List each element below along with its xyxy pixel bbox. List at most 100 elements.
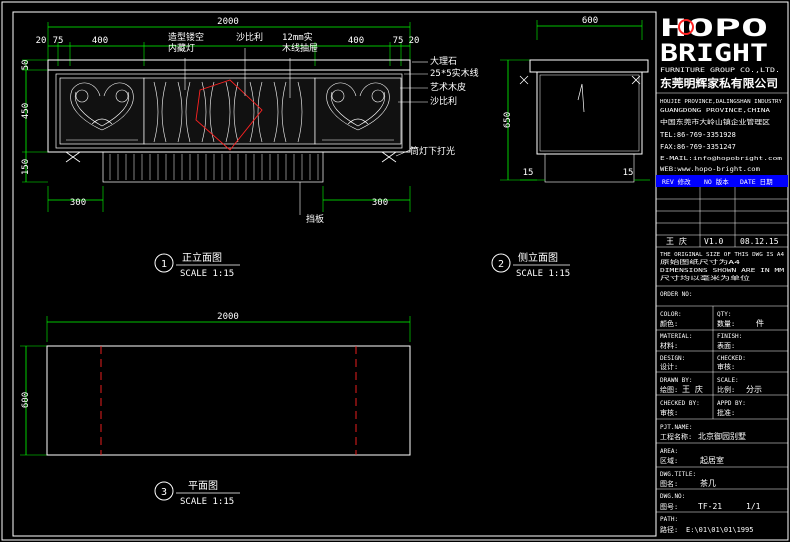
- dim-75-left: 75: [53, 36, 64, 46]
- svg-text:路径:: 路径:: [660, 525, 678, 534]
- svg-text:AREA:: AREA:: [660, 448, 678, 455]
- logo-hopo: HOPO: [660, 14, 768, 42]
- side-marble-top: [529, 59, 649, 73]
- field-drawn-by-value: 王 庆: [682, 384, 703, 394]
- base-plinth: [102, 151, 324, 183]
- svg-text:工程名称:: 工程名称:: [660, 432, 692, 441]
- dim-overall-width: 2000: [217, 17, 239, 27]
- svg-text:PJT.NAME:: PJT.NAME:: [660, 424, 693, 431]
- svg-text:绘图:: 绘图:: [660, 385, 678, 394]
- svg-text:数量:: 数量:: [717, 319, 735, 328]
- field-drawing-title: 茶几: [700, 478, 716, 488]
- svg-text:图号:: 图号:: [660, 503, 678, 511]
- title-block: HOPO BRIGHT FURNITURE GROUP CO.,LTD. 东莞明…: [656, 14, 788, 534]
- dim-50: 50: [21, 60, 31, 71]
- note-line: THE ORIGINAL SIZE OF THIS DWG IS A4: [660, 252, 784, 258]
- fax-line: FAX:86-769-3351247: [660, 143, 736, 151]
- callout-marble: 大理石: [430, 55, 457, 67]
- email-line: E-MAIL:info@hopobright.com: [660, 156, 783, 162]
- field-scale-value: 分示: [746, 385, 762, 394]
- svg-text:QTY:: QTY:: [717, 311, 731, 318]
- field-project-name: 北京御园别墅: [698, 431, 746, 441]
- svg-text:DRAWN BY:: DRAWN BY:: [660, 377, 693, 384]
- svg-text:2: 2: [498, 259, 504, 270]
- rev-date: 08.12.15: [740, 237, 779, 246]
- side-body: [536, 71, 643, 155]
- svg-text:CHECKED BY:: CHECKED BY:: [660, 400, 700, 407]
- svg-text:APPD BY:: APPD BY:: [717, 400, 746, 407]
- dim-20-left: 20: [36, 36, 47, 46]
- marble-top: [47, 59, 411, 71]
- phone-line: TEL:86-769-3351928: [660, 131, 736, 139]
- svg-text:表面:: 表面:: [717, 341, 735, 350]
- dim-side-15-left: 15: [523, 168, 534, 178]
- svg-text:区域:: 区域:: [660, 456, 678, 465]
- dim-75-right: 75: [393, 36, 404, 46]
- field-qty-unit: 件: [756, 318, 764, 328]
- rev-version: V1.0: [704, 237, 723, 246]
- svg-text:审核:: 审核:: [660, 408, 678, 417]
- callout-12mm-solid: 12mm实: [282, 31, 313, 43]
- view-title-plan: 平面图: [188, 480, 218, 492]
- callout-downlight: 筒灯下打光: [410, 145, 455, 157]
- note-line: DIMENSIONS SHOWN ARE IN MM: [660, 268, 784, 274]
- dim-400-left: 400: [92, 36, 108, 46]
- side-elevation-view: 600 650 15 15 2 侧立面图 SCALE 1:15: [491, 16, 650, 279]
- callout-wood-trim: 25*5实木线: [430, 67, 479, 79]
- dim-300-left: 300: [70, 198, 86, 208]
- field-drawing-number: TF-21: [698, 502, 722, 511]
- view-title-side: 侧立面图: [518, 251, 558, 264]
- svg-text:SCALE:: SCALE:: [717, 377, 739, 384]
- field-path: E:\01\01\01\1995: [686, 526, 753, 534]
- company-english: FURNITURE GROUP CO.,LTD.: [660, 66, 780, 74]
- left-carved-panel: [59, 77, 145, 145]
- downlight-icon: [65, 151, 397, 163]
- callout-sapele-side: 沙比利: [430, 95, 457, 107]
- svg-text:DWG.NO:: DWG.NO:: [660, 493, 685, 500]
- address-line: GUANGDONG PROVINCE,CHINA: [660, 108, 771, 114]
- rev-col-rev: REV 修改: [662, 177, 691, 186]
- svg-text:比例:: 比例:: [717, 385, 735, 394]
- note-line: 尺寸均以毫米为单位: [660, 274, 751, 282]
- view-scale-front: SCALE 1:15: [180, 269, 234, 279]
- logo-bright: BRIGHT: [660, 39, 768, 67]
- rev-col-date: DATE 日期: [740, 178, 773, 186]
- svg-text:DWG.TITLE:: DWG.TITLE:: [660, 471, 696, 478]
- svg-text:设计:: 设计:: [660, 362, 678, 371]
- field-order-no-label: ORDER NO:: [660, 291, 693, 298]
- svg-text:1: 1: [161, 259, 167, 270]
- note-line: 原始图纸尺寸为A4: [660, 258, 741, 266]
- dim-plan-width: 2000: [217, 312, 239, 322]
- front-elevation-view: 2000 20 75 400 400 75 20 50 450 150 300 …: [21, 17, 479, 279]
- center-drawer-panel: [143, 77, 316, 145]
- callout-veneer: 艺术木皮: [430, 81, 466, 93]
- svg-text:DESIGN:: DESIGN:: [660, 355, 685, 362]
- dim-150: 150: [21, 159, 31, 175]
- svg-text:PATH:: PATH:: [660, 516, 678, 523]
- dim-20-right: 20: [409, 36, 420, 46]
- dim-400-right: 400: [348, 36, 364, 46]
- view-title-front: 正立面图: [182, 251, 222, 264]
- web-line: WEB:www.hopo-bright.com: [660, 166, 760, 173]
- side-base: [544, 153, 635, 183]
- field-sheet-count: 1/1: [746, 502, 761, 511]
- svg-text:MATERIAL:: MATERIAL:: [660, 333, 693, 340]
- svg-text:批准:: 批准:: [717, 408, 735, 417]
- plan-view: 2000 600 3 平面图 SCALE 1:15: [20, 312, 411, 507]
- dim-plan-depth: 600: [21, 392, 31, 408]
- svg-text:CHECKED:: CHECKED:: [717, 355, 746, 362]
- dim-side-depth: 600: [582, 16, 598, 26]
- address-line: HOUJIE PROVINCE,DALINGSHAN INDUSTRY: [660, 99, 783, 105]
- field-area: 起居室: [700, 455, 724, 465]
- view-scale-plan: SCALE 1:15: [180, 497, 234, 507]
- svg-text:3: 3: [161, 487, 167, 498]
- dim-450: 450: [21, 103, 31, 119]
- callout-hidden-light: 内藏灯: [168, 42, 195, 54]
- dim-side-15-right: 15: [623, 168, 634, 178]
- callout-sapele-top: 沙比利: [236, 31, 263, 43]
- view-scale-side: SCALE 1:15: [516, 269, 570, 279]
- svg-text:图名:: 图名:: [660, 479, 678, 488]
- company-chinese: 东莞明辉家私有限公司: [660, 76, 778, 90]
- svg-text:材料:: 材料:: [660, 341, 678, 350]
- right-carved-panel: [314, 77, 402, 145]
